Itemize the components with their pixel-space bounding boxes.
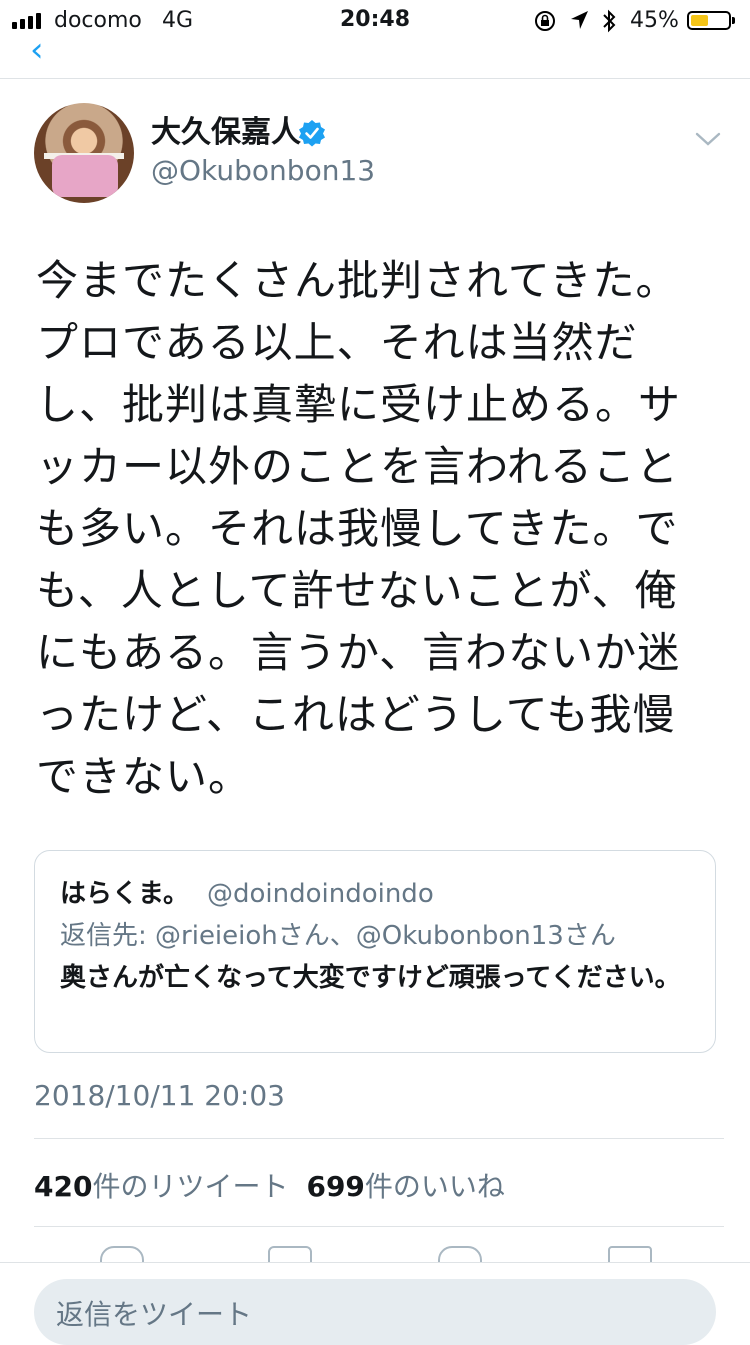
quoted-author-handle: @doindoindoindo [206, 879, 434, 909]
back-icon[interactable]: ‹ [30, 40, 44, 70]
engagement-stats: 420件のリツイート 699件のいいね [34, 1165, 505, 1205]
divider [34, 1226, 724, 1227]
tweet-text: 今までたくさん批判されてきた。 プロである以上、それは当然だ し、批判は真摯に受… [36, 250, 706, 808]
retweet-count: 420 [34, 1170, 93, 1203]
tweet-text-line: ったけど、これはどうしても我慢 [36, 690, 676, 739]
author-name[interactable]: 大久保嘉人 [151, 114, 301, 152]
quoted-tweet-header: はらくま。 @doindoindoindo [60, 873, 434, 910]
reply-bar: 返信をツイート [0, 1262, 750, 1345]
bluetooth-icon [600, 8, 618, 40]
battery-percent: 45% [630, 8, 679, 33]
quoted-reply-to: 返信先: @rieieiohさん、@Okubonbon13さん [60, 921, 616, 951]
tweet-text-line: ッカー以外のことを言われること [36, 442, 679, 491]
like-stat[interactable]: 699件のいいね [306, 1170, 504, 1203]
quoted-author-name: はらくま。 [60, 879, 189, 909]
tweet-text-line: できない。 [36, 752, 252, 801]
like-count: 699 [306, 1170, 365, 1203]
status-bar: docomo 4G 20:48 45% [0, 0, 750, 40]
quoted-tweet[interactable]: はらくま。 @doindoindoindo 返信先: @rieieiohさん、@O… [34, 850, 716, 1053]
battery-icon [687, 11, 735, 30]
tweet-timestamp: 2018/10/11 20:03 [34, 1079, 285, 1112]
avatar[interactable] [34, 103, 134, 203]
tweet-text-line: も多い。それは我慢してきた。で [36, 504, 679, 553]
retweet-stat[interactable]: 420件のリツイート [34, 1170, 288, 1203]
tweet-text-line: 今までたくさん批判されてきた。 [36, 256, 679, 305]
tweet-text-line: し、批判は真摯に受け止める。サ [36, 380, 682, 429]
chevron-down-icon[interactable] [694, 130, 722, 148]
quoted-tweet-text: 奥さんが亡くなって大変ですけど頑張ってください。 [60, 963, 681, 993]
verified-badge-icon [299, 120, 325, 147]
nav-bar: ‹ [0, 40, 750, 79]
like-label: 件のいいね [364, 1170, 505, 1203]
retweet-label: 件のリツイート [92, 1170, 289, 1203]
divider [34, 1138, 724, 1139]
author-handle[interactable]: @Okubonbon13 [151, 154, 375, 188]
orientation-lock-icon [533, 9, 557, 39]
tweet-text-line: にもある。言うか、言わないか迷 [36, 628, 681, 677]
reply-input[interactable]: 返信をツイート [34, 1279, 716, 1345]
tweet-text-line: も、人として許せないことが、俺 [36, 566, 678, 615]
action-bar [0, 1244, 750, 1264]
reply-placeholder: 返信をツイート [56, 1298, 253, 1331]
tweet-text-line: プロである以上、それは当然だ [36, 318, 638, 367]
location-arrow-icon [568, 8, 590, 38]
